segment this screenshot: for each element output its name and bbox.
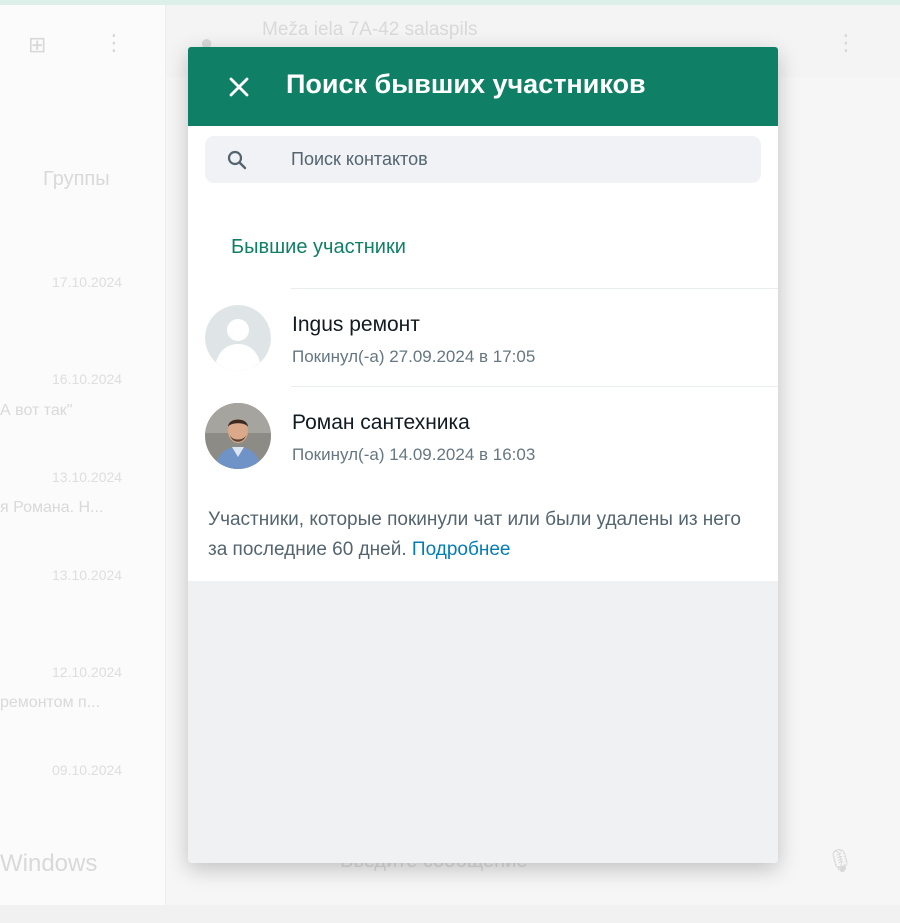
chat-menu-icon[interactable]: ⋮ (835, 30, 857, 56)
dialog-title: Поиск бывших участников (286, 69, 646, 99)
info-text: Участники, которые покинули чат или были… (208, 505, 753, 565)
section-title: Бывшие участники (231, 236, 406, 258)
chat-date: 13.10.2024 (52, 567, 123, 583)
list-item[interactable]: Ingus ремонт Покинул(-а) 27.09.2024 в 17… (188, 289, 778, 386)
default-avatar (205, 305, 271, 371)
chat-snippet: ремонтом п... (0, 694, 101, 711)
photo-avatar (205, 403, 271, 469)
microphone-icon[interactable]: 🎙 (826, 848, 854, 874)
chat-date: 12.10.2024 (52, 664, 123, 680)
list-item[interactable]: Роман сантехника Покинул(-а) 14.09.2024 … (188, 387, 778, 484)
person-photo-icon (205, 403, 271, 469)
chat-date: 09.10.2024 (52, 762, 123, 778)
search-icon (227, 150, 247, 170)
menu-dots-icon[interactable]: ⋮ (103, 30, 125, 56)
chat-date: 17.10.2024 (52, 274, 123, 290)
chat-date: 16.10.2024 (52, 371, 123, 387)
learn-more-link[interactable]: Подробнее (412, 539, 511, 560)
dialog-header: Поиск бывших участников (188, 47, 778, 126)
close-button[interactable] (224, 72, 254, 102)
window-footer (0, 905, 900, 923)
dialog-body: Бывшие участники Ingus ремонт Покинул(-а… (188, 126, 778, 581)
tab-groups[interactable]: Группы (43, 168, 110, 191)
chat-title: Meža iela 7A-42 salaspils (262, 19, 478, 40)
person-icon (205, 305, 271, 371)
member-name: Ingus ремонт (292, 313, 420, 336)
member-status: Покинул(-а) 14.09.2024 в 16:03 (292, 445, 536, 464)
chat-snippet: я Романа. Н... (0, 499, 104, 516)
new-chat-icon[interactable]: ⊞ (28, 32, 46, 58)
search-box[interactable] (205, 136, 761, 183)
close-icon (229, 77, 249, 97)
search-input[interactable] (291, 136, 731, 183)
chat-snippet: А вот так" (0, 402, 73, 419)
chat-date: 13.10.2024 (52, 469, 123, 485)
former-members-dialog: Поиск бывших участников Бывшие участники… (188, 47, 778, 863)
windows-watermark: Windows (0, 850, 98, 877)
member-status: Покинул(-а) 27.09.2024 в 17:05 (292, 347, 536, 366)
member-name: Роман сантехника (292, 411, 470, 434)
